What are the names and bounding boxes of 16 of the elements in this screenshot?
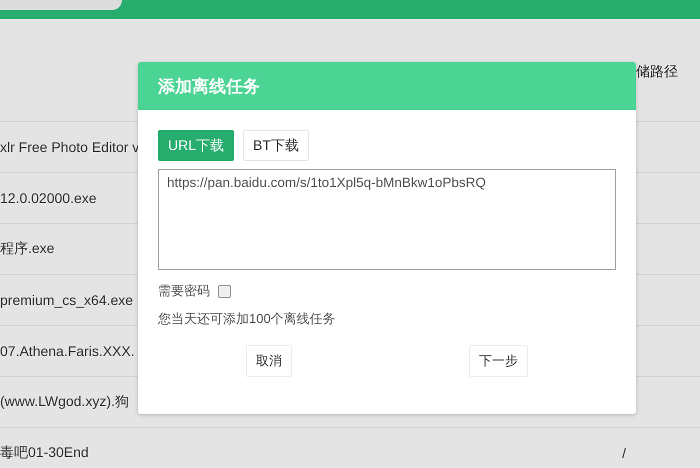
password-label: 需要密码 — [158, 282, 210, 300]
cancel-button[interactable]: 取消 — [246, 345, 292, 377]
password-checkbox[interactable] — [218, 284, 231, 298]
file-name: 程序.exe — [0, 240, 54, 258]
download-tab[interactable]: BT下载 — [243, 130, 309, 161]
file-name: premium_cs_x64.exe — [0, 292, 134, 308]
dialog-title: 添加离线任务 — [158, 76, 260, 98]
column-header: 储路径 — [636, 63, 679, 81]
file-name: 07.Athena.Faris.XXX. — [0, 343, 135, 359]
file-name: (www.LWgod.xyz).狗 — [0, 393, 129, 411]
notice-text: 您当天还可添加100个离线任务 — [158, 310, 337, 328]
next-button[interactable]: 下一步 — [469, 345, 528, 377]
storage-path: / — [622, 445, 626, 461]
file-name: 毒吧01-30End — [0, 444, 89, 462]
file-name: 12.0.02000.exe — [0, 190, 97, 206]
url-field[interactable]: https://pan.baidu.com/s/1to1Xpl5q-bMnBkw1oPbsRQ — [158, 169, 616, 270]
